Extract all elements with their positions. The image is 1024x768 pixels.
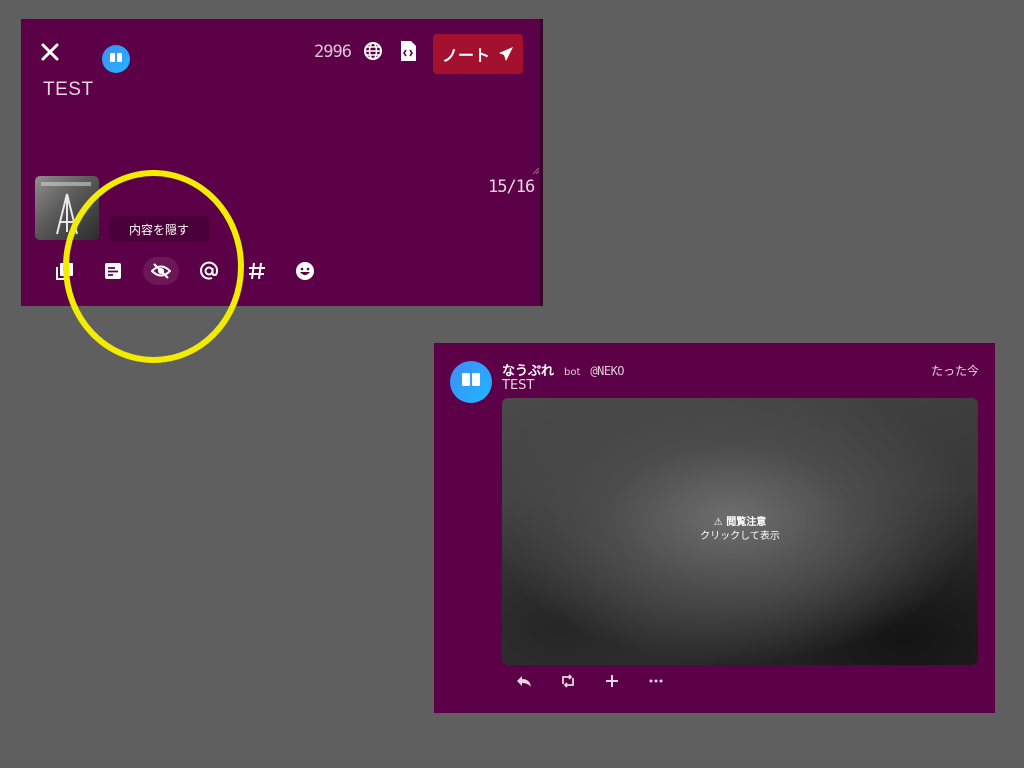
hashtag-icon[interactable] [233,257,281,285]
post-note-button[interactable]: ノート [433,34,523,74]
at-mention-icon[interactable] [185,257,233,285]
sensitive-warning: ⚠ 閲覧注意 クリックして表示 [502,516,978,544]
user-handle[interactable]: @NEKO [590,364,624,378]
reply-icon[interactable] [502,670,546,692]
tooltip: 内容を隠す [109,216,209,242]
note-header: なうぷれ bot @NEKO [502,360,625,379]
sensitive-hint: クリックして表示 [700,531,780,542]
user-avatar[interactable] [450,361,492,403]
plus-icon[interactable] [590,670,634,692]
globe-icon[interactable] [363,41,383,61]
post-composer: 2996 ノート TEST 15/16 内容を隠す [21,19,543,306]
poll-icon[interactable] [89,257,137,285]
timestamp[interactable]: たった今 [931,362,979,379]
photo-library-icon[interactable] [41,257,89,285]
warning-icon: ⚠ [713,517,723,528]
send-icon [499,47,513,61]
more-icon[interactable] [634,670,678,692]
bot-badge: bot [564,367,581,378]
sensitive-title: 閲覧注意 [726,517,767,528]
note-text: TEST [502,378,535,393]
attachment-ratio: 15/16 [488,177,535,197]
post-note-label: ノート [441,46,490,65]
renote-icon[interactable] [546,670,590,692]
sensitive-media[interactable]: ⚠ 閲覧注意 クリックして表示 [502,398,978,665]
username[interactable]: なうぷれ [502,360,554,379]
composer-text-input[interactable]: TEST [43,79,94,101]
file-code-icon[interactable] [399,40,417,62]
note-actions [502,670,678,692]
character-count: 2996 [314,42,352,62]
easel-image [56,193,78,235]
note-card: なうぷれ bot @NEKO たった今 TEST ⚠ 閲覧注意 クリックして表示 [434,343,995,713]
attachment-thumbnail[interactable] [35,176,99,240]
eye-off-icon[interactable] [143,257,179,285]
close-icon[interactable] [39,41,61,63]
resize-handle-icon[interactable] [532,159,540,175]
emoji-icon[interactable] [281,257,329,285]
composer-toolbar [41,257,329,285]
account-avatar[interactable] [102,45,130,73]
thumbnail-caption [41,182,91,186]
panel-edge [540,19,543,306]
